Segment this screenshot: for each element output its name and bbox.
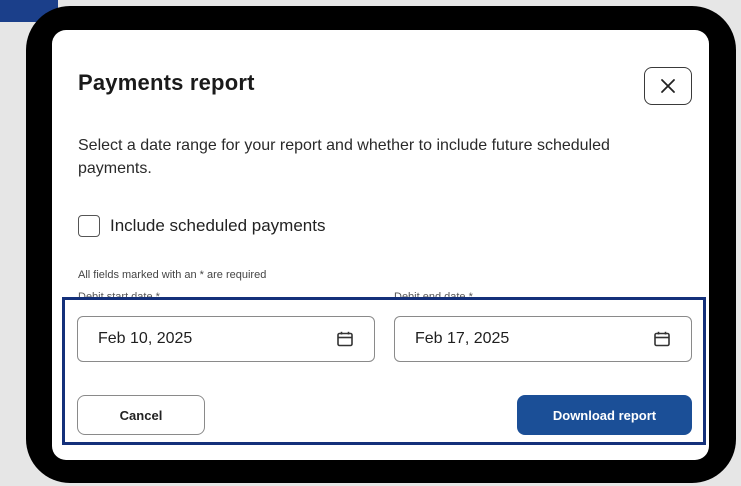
close-icon [661, 79, 675, 93]
calendar-icon[interactable] [653, 331, 671, 347]
dialog-title: Payments report [78, 70, 255, 95]
start-date-value: Feb 10, 2025 [98, 330, 193, 347]
end-date-value: Feb 17, 2025 [415, 330, 510, 347]
start-date-input[interactable]: Feb 10, 2025 [77, 316, 375, 362]
start-date-label: Debit start date * [78, 291, 160, 303]
download-report-button[interactable]: Download report [517, 395, 692, 435]
close-button[interactable] [644, 67, 692, 105]
dialog-description: Select a date range for your report and … [78, 137, 610, 177]
include-scheduled-checkbox-row[interactable]: Include scheduled payments [78, 215, 325, 237]
end-date-label: Debit end date * [394, 291, 473, 303]
cancel-button[interactable]: Cancel [77, 395, 205, 435]
include-scheduled-label: Include scheduled payments [110, 216, 326, 235]
payments-report-dialog: Payments report Select a date range for … [52, 30, 709, 460]
include-scheduled-checkbox[interactable] [78, 215, 100, 237]
end-date-input[interactable]: Feb 17, 2025 [394, 316, 692, 362]
required-fields-note: All fields marked with an * are required [78, 269, 267, 281]
calendar-icon[interactable] [336, 331, 354, 347]
